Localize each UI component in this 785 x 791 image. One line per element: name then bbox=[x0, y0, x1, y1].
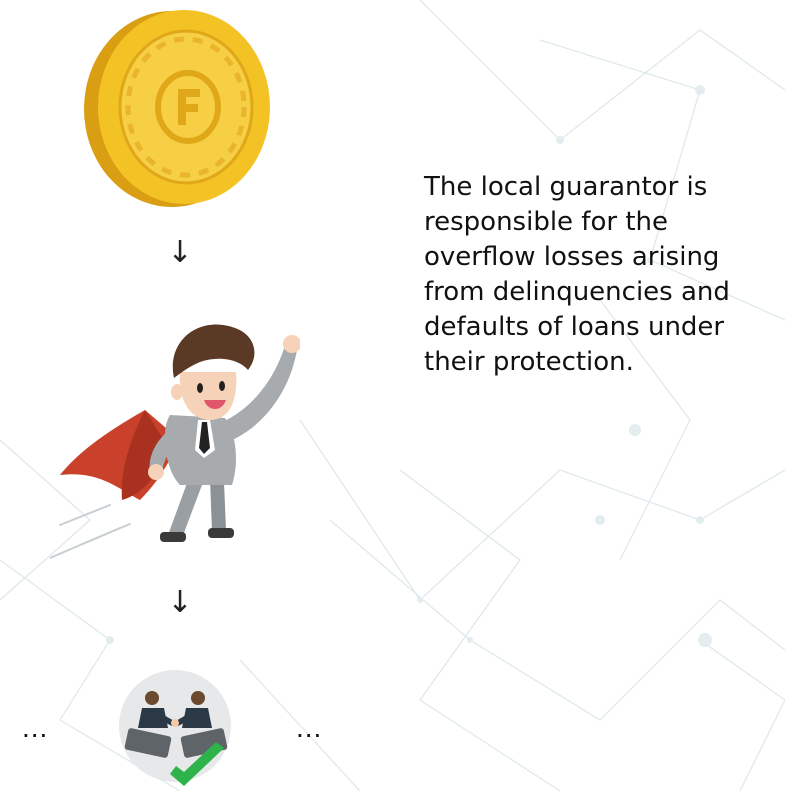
gold-coin-icon bbox=[84, 10, 270, 207]
flying-businessman-superhero-icon bbox=[50, 324, 300, 559]
flow-arrow-down: ↓ bbox=[167, 585, 193, 620]
ellipsis-right: ... bbox=[296, 712, 323, 743]
guarantor-description: The local guarantor is responsible for t… bbox=[424, 172, 730, 377]
ellipsis-left: ... bbox=[22, 712, 49, 743]
handshake-deal-icon bbox=[119, 670, 231, 786]
flow-arrow-down: ↓ bbox=[167, 235, 193, 270]
